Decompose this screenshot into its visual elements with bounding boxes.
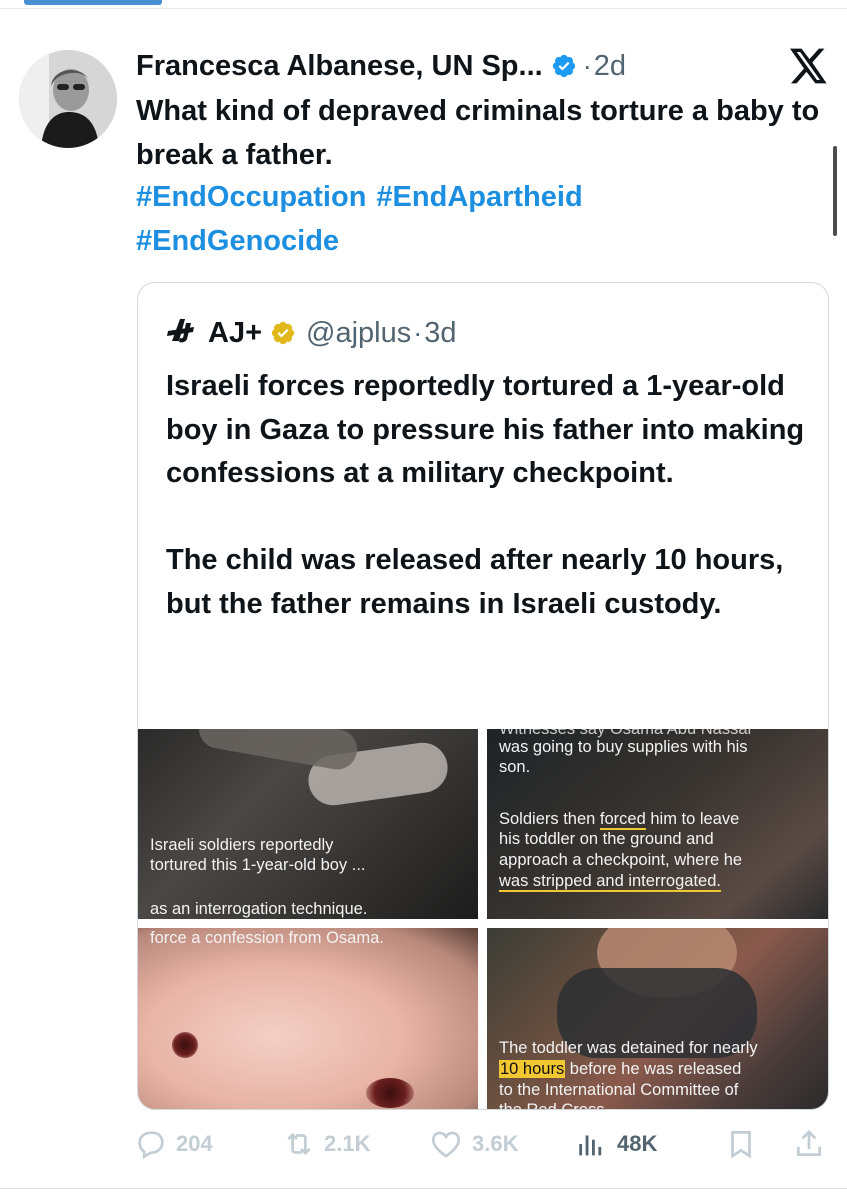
separator-dot: · xyxy=(582,50,592,81)
image-caption: was stripped and interrogated. xyxy=(499,871,721,892)
share-icon xyxy=(797,1130,821,1156)
caption-fragment: was stripped and interrogated. xyxy=(499,872,721,892)
verified-badge-icon xyxy=(551,53,577,79)
share-button[interactable] xyxy=(792,1124,834,1164)
bottom-divider xyxy=(0,1188,847,1189)
quoted-post-header: AJ+ @ajplus · 3d xyxy=(166,313,457,353)
separator-dot: · xyxy=(413,317,423,348)
image-caption: the Red Cross. xyxy=(499,1100,609,1109)
author-name[interactable]: Francesca Albanese, UN Sp... xyxy=(136,50,543,83)
quoted-handle[interactable]: @ajplus xyxy=(306,317,411,350)
post-hashtags: #EndOccupation #EndApartheid #EndGenocide xyxy=(136,176,831,263)
hashtag-link[interactable]: #EndGenocide xyxy=(136,220,339,264)
like-count: 3.6K xyxy=(472,1131,519,1156)
caption-highlight: 10 hours xyxy=(499,1060,566,1078)
media-image-2[interactable]: Witnesses say Osama Abu Nassar was going… xyxy=(487,729,828,919)
repost-icon xyxy=(287,1132,311,1156)
image-caption: tortured this 1-year-old boy ... xyxy=(150,856,366,874)
like-icon xyxy=(431,1131,461,1158)
image-caption: force a confession from Osama. xyxy=(150,929,384,947)
reply-count: 204 xyxy=(176,1131,213,1156)
avatar-image xyxy=(19,50,117,148)
ajplus-logo xyxy=(166,317,196,349)
wound-mark xyxy=(366,1078,414,1108)
quoted-paragraph: The child was released after nearly 10 h… xyxy=(166,544,784,620)
caption-fragment: him to leave xyxy=(645,810,740,828)
media-image-1[interactable]: Israeli soldiers reportedly tortured thi… xyxy=(138,729,478,919)
image-caption: was going to buy supplies with his xyxy=(499,738,748,756)
quoted-paragraph: Israeli forces reportedly tortured a 1-y… xyxy=(166,370,805,489)
x-logo-icon[interactable] xyxy=(790,48,828,84)
image-caption: Israeli soldiers reportedly xyxy=(150,836,334,854)
quoted-post[interactable]: AJ+ @ajplus · 3d Israeli forces reported… xyxy=(137,282,829,1110)
caption-fragment: Soldiers then xyxy=(499,810,600,828)
quoted-author-name[interactable]: AJ+ xyxy=(208,317,262,350)
scrollbar[interactable] xyxy=(833,146,837,236)
views-icon xyxy=(579,1135,602,1156)
image-caption: approach a checkpoint, where he xyxy=(499,851,743,869)
quoted-post-text: Israeli forces reportedly tortured a 1-y… xyxy=(166,365,806,626)
caption-fragment: forced xyxy=(599,810,646,830)
media-image-3[interactable]: force a confession from Osama. xyxy=(138,928,478,1109)
views-count: 48K xyxy=(617,1131,658,1156)
media-image-4[interactable]: The toddler was detained for nearly 10 h… xyxy=(487,928,828,1109)
image-caption: his toddler on the ground and xyxy=(499,830,714,848)
hashtag-link[interactable]: #EndOccupation xyxy=(136,176,366,220)
post-text: What kind of depraved criminals torture … xyxy=(136,95,820,171)
reply-icon xyxy=(138,1131,164,1160)
image-caption: as an interrogation technique. xyxy=(150,900,368,918)
bookmark-button[interactable] xyxy=(724,1124,766,1164)
views-button[interactable]: 48K xyxy=(575,1124,657,1164)
image-caption: to the International Committee of xyxy=(499,1081,739,1099)
reply-button[interactable]: 204 xyxy=(134,1124,213,1164)
avatar[interactable] xyxy=(19,50,117,148)
like-button[interactable]: 3.6K xyxy=(428,1124,518,1164)
gold-verified-badge-icon xyxy=(270,320,296,346)
media-grid: Israeli soldiers reportedly tortured thi… xyxy=(138,729,828,1109)
caption-fragment: before he was released xyxy=(565,1060,742,1078)
quoted-time[interactable]: 3d xyxy=(424,317,456,350)
tab-indicator xyxy=(24,0,162,5)
wound-mark xyxy=(172,1032,198,1058)
repost-button[interactable]: 2.1K xyxy=(282,1124,370,1164)
top-divider xyxy=(0,0,847,9)
image-caption: The toddler was detained for nearly xyxy=(499,1039,758,1057)
hashtag-link[interactable]: #EndApartheid xyxy=(376,176,582,220)
image-caption: son. xyxy=(499,758,531,776)
post-header: Francesca Albanese, UN Sp... · 2d xyxy=(136,46,626,86)
bookmark-icon xyxy=(731,1131,751,1159)
image-caption: Soldiers then forced him to leave xyxy=(499,809,739,830)
repost-count: 2.1K xyxy=(324,1131,371,1156)
image-caption: 10 hours before he was released xyxy=(499,1059,741,1080)
action-bar: 204 2.1K 3.6K 48K xyxy=(134,1124,834,1164)
post-time[interactable]: 2d xyxy=(594,50,626,83)
sleeve-shape xyxy=(195,729,361,773)
